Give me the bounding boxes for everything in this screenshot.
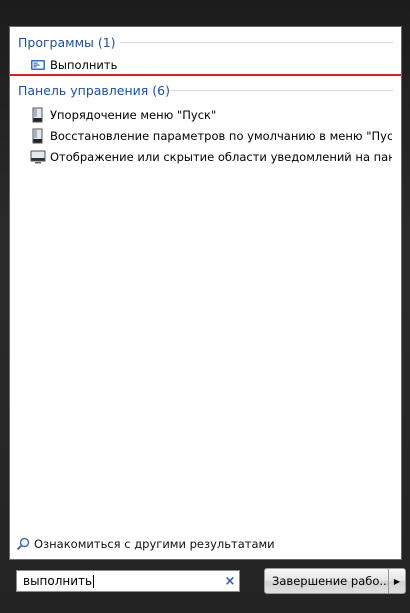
programs-section-header: Программы (1) bbox=[18, 35, 116, 50]
search-icon bbox=[16, 537, 30, 551]
clear-search-icon[interactable]: × bbox=[221, 574, 239, 589]
notification-area-icon bbox=[30, 149, 46, 165]
run-icon bbox=[30, 57, 46, 73]
see-more-results-label: Ознакомиться с другими результатами bbox=[34, 537, 275, 551]
control-panel-item-restore-start-defaults[interactable]: Восстановление параметров по умолчанию в… bbox=[30, 127, 392, 145]
program-item-run[interactable]: Выполнить bbox=[30, 56, 392, 74]
program-item-label: Выполнить bbox=[50, 58, 118, 72]
search-input-value: выполнить bbox=[23, 574, 93, 588]
control-panel-item-notification-area[interactable]: Отображение или скрытие области уведомле… bbox=[30, 148, 392, 166]
taskbar-start-menu-icon bbox=[30, 107, 46, 123]
search-results-panel: Программы (1) Выполнить Панель управлени… bbox=[9, 26, 402, 560]
text-caret bbox=[93, 575, 95, 588]
control-panel-item-customize-start[interactable]: Упорядочение меню "Пуск" bbox=[30, 106, 392, 124]
shutdown-button[interactable]: Завершение рабо... bbox=[264, 568, 389, 594]
shutdown-options-button[interactable]: ▶ bbox=[388, 568, 406, 594]
control-panel-item-label: Восстановление параметров по умолчанию в… bbox=[50, 129, 392, 143]
taskbar-start-menu-icon bbox=[30, 128, 46, 144]
chevron-right-icon: ▶ bbox=[393, 576, 401, 586]
see-more-results-link[interactable]: Ознакомиться с другими результатами bbox=[16, 537, 275, 551]
control-panel-item-label: Отображение или скрытие области уведомле… bbox=[50, 150, 392, 164]
start-menu: Программы (1) Выполнить Панель управлени… bbox=[0, 0, 410, 613]
section-divider bbox=[120, 42, 393, 43]
highlight-separator bbox=[10, 74, 401, 76]
control-panel-section-header: Панель управления (6) bbox=[18, 83, 170, 98]
section-divider bbox=[170, 90, 393, 91]
search-input[interactable]: выполнить × bbox=[16, 570, 240, 592]
control-panel-item-label: Упорядочение меню "Пуск" bbox=[50, 108, 217, 122]
